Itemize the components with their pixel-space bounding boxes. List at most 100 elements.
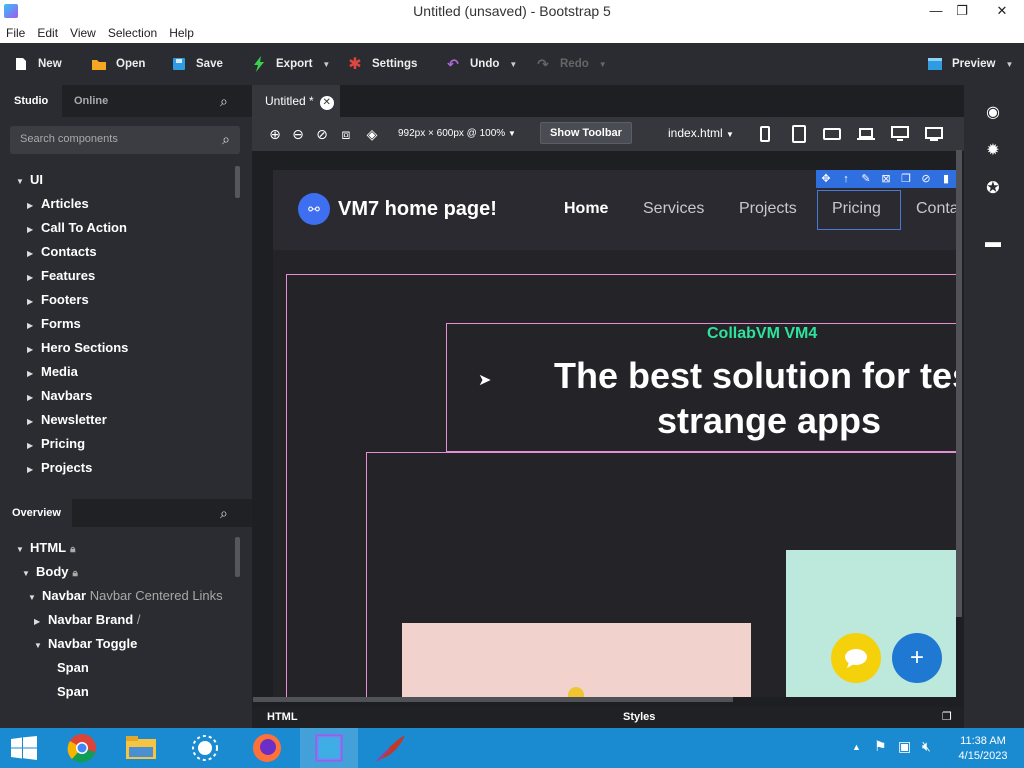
menu-selection[interactable]: Selection bbox=[102, 23, 163, 43]
palette-icon[interactable]: ◉ bbox=[982, 102, 1004, 124]
overview-item-navbar-brand[interactable]: ▶ Navbar Brand / bbox=[34, 609, 141, 631]
add-button[interactable]: + bbox=[892, 633, 942, 683]
zoom-out-icon[interactable]: ⊖ bbox=[289, 125, 307, 143]
export-button[interactable]: Export ▼ bbox=[250, 43, 330, 85]
menu-view[interactable]: View bbox=[64, 23, 102, 43]
hero-kicker[interactable]: CollabVM VM4 bbox=[707, 325, 817, 343]
image-card[interactable] bbox=[402, 623, 751, 697]
new-button[interactable]: New bbox=[12, 43, 62, 85]
feather-app-taskbar-icon[interactable] bbox=[362, 728, 420, 768]
start-button[interactable] bbox=[0, 728, 58, 768]
tree-item-forms[interactable]: ▶ Forms bbox=[27, 313, 81, 335]
overview-item-navbar-toggle[interactable]: ▼ Navbar Toggle bbox=[34, 633, 137, 655]
settings-button[interactable]: ✱ Settings bbox=[346, 43, 417, 85]
search-icon[interactable]: ⌕ bbox=[220, 93, 228, 110]
preview-button[interactable]: Preview ▼ bbox=[926, 43, 1013, 85]
tree-item-features[interactable]: ▶ Features bbox=[27, 265, 95, 287]
network-icon[interactable]: ▣ bbox=[898, 738, 911, 755]
pencil-icon[interactable]: ✎ bbox=[856, 170, 876, 188]
tree-item-footers[interactable]: ▶ Footers bbox=[27, 289, 89, 311]
layers-icon[interactable]: ◈ bbox=[363, 125, 381, 143]
menu-edit[interactable]: Edit bbox=[31, 23, 64, 43]
search-icon[interactable]: ⌕ bbox=[220, 505, 228, 522]
menu-file[interactable]: File bbox=[0, 23, 31, 43]
settings-sun-taskbar-icon[interactable] bbox=[176, 728, 234, 768]
overview-item-body[interactable]: ▼ Body 🔒︎ bbox=[22, 561, 78, 583]
design-canvas[interactable]: ⚯ VM7 home page! Home Services Projects … bbox=[273, 170, 956, 697]
overview-item-span[interactable]: Span bbox=[57, 657, 89, 679]
canvas-h-scrollbar[interactable] bbox=[253, 697, 733, 702]
select-parent-icon[interactable]: ⊠ bbox=[876, 170, 896, 188]
overview-scrollbar[interactable] bbox=[235, 537, 240, 577]
copy-icon[interactable]: ❐ bbox=[896, 170, 916, 188]
folder-icon[interactable]: ▬ bbox=[982, 232, 1004, 254]
undo-button[interactable]: ↶ Undo ▼ bbox=[444, 43, 517, 85]
menu-help[interactable]: Help bbox=[163, 23, 200, 43]
phone-icon[interactable] bbox=[756, 125, 774, 143]
tree-item-pricing[interactable]: ▶ Pricing bbox=[27, 433, 85, 455]
styles-tab[interactable]: Styles bbox=[623, 711, 655, 723]
tablet-landscape-icon[interactable] bbox=[823, 125, 841, 143]
document-tab[interactable]: Untitled * ✕ bbox=[252, 85, 340, 117]
file-select[interactable]: index.html ▼ bbox=[668, 126, 734, 140]
tree-item-articles[interactable]: ▶ Articles bbox=[27, 193, 89, 215]
bootstrap-studio-taskbar-icon[interactable] bbox=[300, 728, 358, 768]
trash-icon[interactable]: ▮ bbox=[936, 170, 956, 188]
tree-item-ui[interactable]: ▼ UI bbox=[16, 169, 43, 191]
brand-text[interactable]: VM7 home page! bbox=[338, 198, 497, 221]
component-tree-scrollbar[interactable] bbox=[235, 166, 240, 198]
hide-icon[interactable]: ⊘ bbox=[916, 170, 936, 188]
action-center-flag-icon[interactable]: ⚑ bbox=[874, 738, 887, 755]
tablet-icon[interactable] bbox=[790, 125, 808, 143]
volume-muted-icon[interactable]: 🔇︎ bbox=[922, 738, 931, 755]
nav-link-home[interactable]: Home bbox=[564, 200, 608, 218]
zoom-in-icon[interactable]: ⊕ bbox=[266, 125, 284, 143]
component-search-input[interactable]: Search components ⌕ bbox=[10, 126, 240, 154]
tab-studio[interactable]: Studio bbox=[0, 85, 63, 117]
nav-link-services[interactable]: Services bbox=[643, 200, 704, 218]
monitor-icon[interactable] bbox=[925, 125, 943, 143]
laptop-icon[interactable] bbox=[857, 125, 875, 143]
html-tab[interactable]: HTML bbox=[267, 711, 298, 723]
nav-link-projects[interactable]: Projects bbox=[739, 200, 797, 218]
maximize-panel-icon[interactable]: ❐ bbox=[942, 710, 952, 723]
overview-item-html[interactable]: ▼ HTML 🔒︎ bbox=[16, 537, 75, 559]
show-toolbar-button[interactable]: Show Toolbar bbox=[540, 122, 632, 144]
tree-item-projects[interactable]: ▶ Projects bbox=[27, 457, 92, 479]
close-button[interactable]: ✕ bbox=[986, 0, 1018, 22]
chrome-taskbar-icon[interactable] bbox=[53, 728, 111, 768]
tree-item-newsletter[interactable]: ▶ Newsletter bbox=[27, 409, 107, 431]
system-clock[interactable]: 11:38 AM 4/15/2023 bbox=[950, 734, 1016, 764]
tab-online[interactable]: Online bbox=[60, 85, 122, 117]
caret-right-icon: ▶ bbox=[34, 617, 41, 626]
nav-link-contacts[interactable]: Conta bbox=[916, 200, 956, 218]
move-icon[interactable]: ✥ bbox=[816, 170, 836, 188]
redo-button[interactable]: ↷ Redo ▼ bbox=[534, 43, 607, 85]
brand-logo-icon[interactable]: ⚯ bbox=[298, 193, 330, 225]
chevron-down-icon: ▼ bbox=[726, 130, 734, 139]
tree-item-contacts[interactable]: ▶ Contacts bbox=[27, 241, 97, 263]
close-tab-icon[interactable]: ✕ bbox=[319, 96, 334, 110]
hero-title[interactable]: The best solution for test strange apps bbox=[509, 353, 956, 443]
desktop-icon[interactable] bbox=[891, 125, 909, 143]
open-button[interactable]: Open bbox=[90, 43, 145, 85]
tree-item-navbars[interactable]: ▶ Navbars bbox=[27, 385, 92, 407]
gear-icon[interactable]: ✹ bbox=[982, 140, 1004, 162]
tree-item-media[interactable]: ▶ Media bbox=[27, 361, 78, 383]
rotate-icon[interactable]: ⊘ bbox=[313, 125, 331, 143]
arrow-up-icon[interactable]: ↑ bbox=[836, 170, 856, 188]
save-button[interactable]: Save bbox=[170, 43, 223, 85]
canvas-size-select[interactable]: 992px × 600px @ 100% ▼ bbox=[398, 128, 516, 139]
canvas-v-scrollbar[interactable] bbox=[956, 150, 962, 617]
maximize-button[interactable]: ❐ bbox=[946, 0, 978, 22]
firefox-taskbar-icon[interactable] bbox=[238, 728, 296, 768]
file-explorer-taskbar-icon[interactable] bbox=[112, 728, 170, 768]
star-icon[interactable]: ✪ bbox=[982, 178, 1004, 200]
show-hidden-icons[interactable]: ▲ bbox=[852, 742, 861, 752]
chat-button[interactable] bbox=[831, 633, 881, 683]
resize-icon[interactable]: ⧈ bbox=[337, 125, 355, 143]
tree-item-hero-sections[interactable]: ▶ Hero Sections bbox=[27, 337, 128, 359]
overview-item-navbar[interactable]: ▼ Navbar Navbar Centered Links bbox=[28, 585, 223, 607]
tree-item-call-to-action[interactable]: ▶ Call To Action bbox=[27, 217, 127, 239]
overview-item-span[interactable]: Span bbox=[57, 681, 89, 703]
